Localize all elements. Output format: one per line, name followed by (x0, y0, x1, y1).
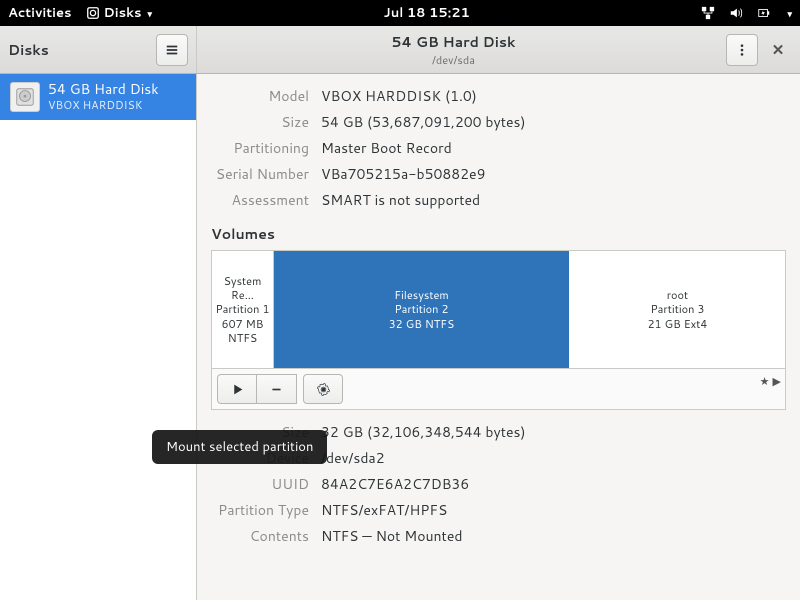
close-icon: ✕ (772, 39, 785, 60)
label-assessment: Assessment (211, 190, 321, 210)
value-part-type: NTFS/exFAT/HPFS (321, 500, 786, 520)
content-pane: ModelVBOX HARDDISK (1.0) Size54 GB (53,6… (197, 74, 800, 600)
disks-app-icon (86, 6, 100, 20)
volume-3[interactable]: root Partition 3 21 GB Ext4 (570, 251, 785, 368)
close-button[interactable]: ✕ (764, 36, 792, 64)
value-partitioning: Master Boot Record (321, 138, 786, 158)
network-icon[interactable] (701, 6, 715, 20)
window-title: Disks (8, 40, 49, 60)
gnome-topbar: Activities Disks ▾ Jul 18 15:21 ▾ (0, 0, 800, 26)
battery-icon[interactable] (757, 6, 771, 20)
play-icon (231, 383, 244, 396)
value-assessment: SMART is not supported (321, 190, 786, 210)
disk-list: 54 GB Hard Disk VBOX HARDDISK (0, 74, 197, 600)
value-model: VBOX HARDDISK (1.0) (321, 86, 786, 106)
volume-toolbar (212, 369, 785, 409)
kebab-icon (735, 43, 749, 57)
volumes-panel: System Re… Partition 1 607 MB NTFS Files… (211, 250, 786, 410)
activities-button[interactable]: Activities (8, 4, 72, 22)
volume-1[interactable]: System Re… Partition 1 607 MB NTFS (212, 251, 274, 368)
minus-icon (270, 383, 283, 396)
disk-list-item[interactable]: 54 GB Hard Disk VBOX HARDDISK (0, 74, 196, 120)
harddisk-icon (10, 82, 40, 112)
clock[interactable]: Jul 18 15:21 (152, 4, 701, 22)
app-menu[interactable]: Disks ▾ (86, 4, 152, 22)
label-size: Size (211, 112, 321, 132)
chevron-down-icon: ▾ (787, 7, 792, 20)
delete-partition-button[interactable] (257, 374, 297, 404)
value-serial: VBa705215a-b50882e9 (321, 164, 786, 184)
page-subtitle: /dev/sda (432, 52, 475, 68)
mount-button[interactable] (217, 374, 257, 404)
drive-options-button[interactable] (726, 34, 758, 66)
label-serial: Serial Number (211, 164, 321, 184)
volume-icon[interactable] (729, 6, 743, 20)
label-part-contents: Contents (211, 526, 321, 546)
disk-model: VBOX HARDDISK (48, 97, 159, 113)
volumes-heading: Volumes (211, 224, 786, 244)
headerbar: Disks 54 GB Hard Disk /dev/sda ✕ (0, 26, 800, 74)
hamburger-icon (165, 43, 179, 57)
value-part-size: 32 GB (32,106,348,544 bytes) (321, 422, 786, 442)
partition-options-button[interactable] (303, 374, 343, 404)
value-part-uuid: 84A2C7E6A2C7DB36 (321, 474, 786, 494)
label-partitioning: Partitioning (211, 138, 321, 158)
value-size: 54 GB (53,687,091,200 bytes) (321, 112, 786, 132)
page-title: 54 GB Hard Disk (392, 32, 516, 52)
value-part-device: /dev/sda2 (321, 448, 786, 468)
volume-strip: System Re… Partition 1 607 MB NTFS Files… (212, 251, 785, 369)
disk-name: 54 GB Hard Disk (48, 81, 159, 97)
hamburger-menu-button[interactable] (156, 34, 188, 66)
tooltip: Mount selected partition (152, 430, 327, 464)
label-model: Model (211, 86, 321, 106)
label-part-type: Partition Type (211, 500, 321, 520)
label-part-uuid: UUID (211, 474, 321, 494)
gear-icon (317, 383, 330, 396)
value-part-contents: NTFS — Not Mounted (321, 526, 786, 546)
volume-nav-icons: ★ ▶ (760, 373, 781, 389)
volume-2-selected[interactable]: Filesystem Partition 2 32 GB NTFS (274, 251, 570, 368)
